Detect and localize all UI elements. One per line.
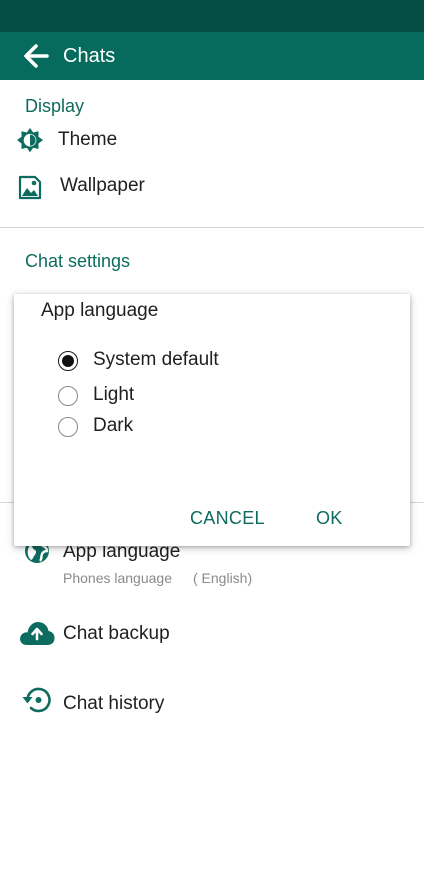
wallpaper-row[interactable]: Wallpaper [0,170,424,204]
history-icon [22,687,51,713]
radio-option-light[interactable]: Light [54,383,354,411]
chat-history-label: Chat history [63,693,165,714]
app-language-sub-label: Phones language [63,570,172,586]
radio-label: Dark [93,415,134,436]
radio-label: Light [93,384,135,405]
cancel-button[interactable]: CANCEL [184,506,271,531]
cloud-upload-icon [20,622,55,645]
image-icon [18,175,42,200]
wallpaper-label: Wallpaper [60,175,145,196]
app-language-dialog: App language System default Light Dark C… [14,294,410,546]
chat-backup-row[interactable]: Chat backup [0,618,424,652]
section-header-chat-settings: Chat settings [25,251,131,271]
app-bar: Chats [0,32,424,80]
app-language-sub-value: ( English) [193,570,253,586]
dialog-title: App language [41,300,159,321]
radio-label: System default [93,349,219,370]
ok-button[interactable]: OK [310,506,349,531]
theme-row[interactable]: Theme [0,125,424,159]
arrow-left-icon [24,44,49,68]
radio-button[interactable] [58,386,78,406]
theme-label: Theme [58,129,118,150]
radio-button[interactable] [58,417,78,437]
radio-option-system-default[interactable]: System default [54,348,354,376]
status-bar [0,0,424,32]
chat-history-row[interactable]: Chat history [0,684,424,724]
app-language-row[interactable]: App language Phones language ( English) [0,538,424,592]
page-title: Chats [63,45,116,67]
chat-backup-label: Chat backup [63,623,170,644]
brightness-gear-icon [17,128,43,153]
section-divider [0,227,424,228]
section-header-display: Display [25,96,85,116]
back-button[interactable] [16,40,56,72]
radio-button-checked[interactable] [58,351,78,371]
radio-option-dark[interactable]: Dark [54,414,354,442]
